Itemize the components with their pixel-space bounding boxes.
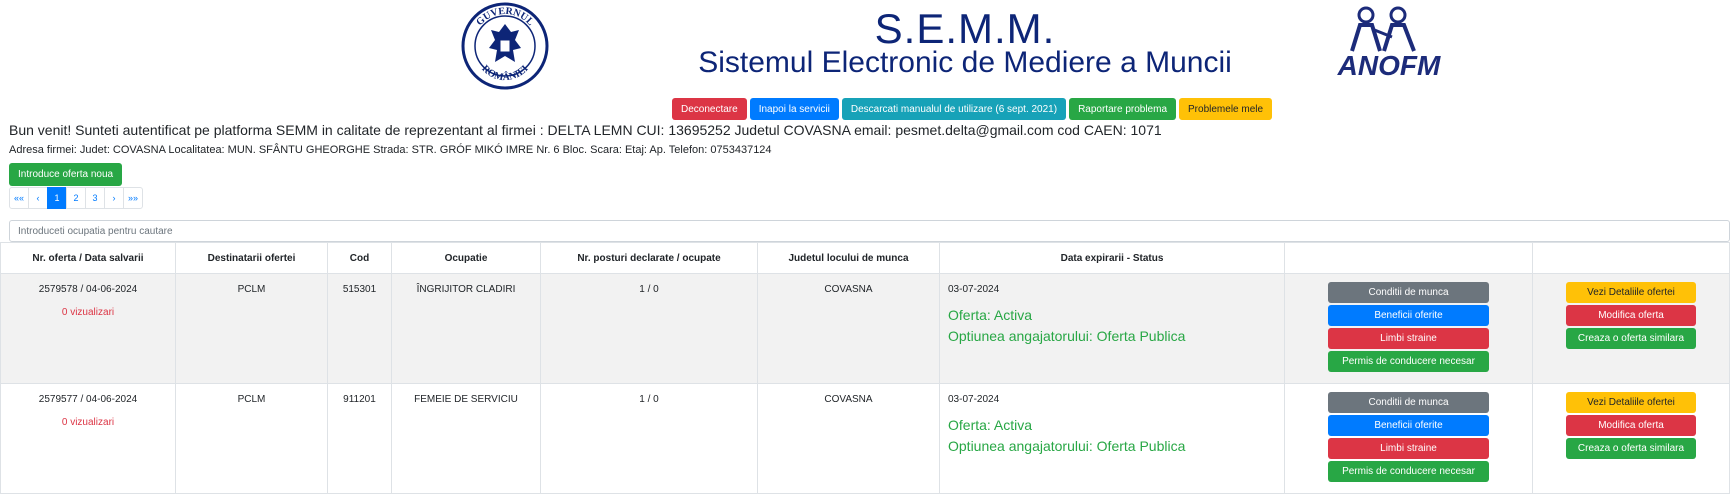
recipients-cell: PCLM — [176, 384, 328, 494]
benefits-button[interactable]: Beneficii oferite — [1328, 305, 1489, 326]
pagination-first[interactable]: «« — [9, 187, 29, 209]
foreign-languages-button[interactable]: Limbi straine — [1328, 438, 1489, 459]
offer-number-date: 2579577 / 04-06-2024 — [38, 394, 138, 405]
actions-cell-b: Vezi Detaliile ofertei Modifica oferta C… — [1533, 274, 1730, 384]
modify-offer-button[interactable]: Modifica oferta — [1566, 305, 1696, 326]
welcome-text: Bun venit! Sunteti autentificat pe platf… — [9, 122, 1162, 138]
views-count: 0 vizualizari — [61, 417, 115, 428]
column-header-offer: Nr. oferta / Data salvarii — [0, 242, 176, 274]
view-offer-details-button[interactable]: Vezi Detaliile ofertei — [1566, 282, 1696, 303]
table-header-row: Nr. oferta / Data salvarii Destinatarii … — [0, 242, 1730, 274]
offer-cell: 2579578 / 04-06-2024 0 vizualizari — [0, 274, 176, 384]
anofm-logo: ANOFM — [1337, 6, 1441, 81]
benefits-button[interactable]: Beneficii oferite — [1328, 415, 1489, 436]
code-cell: 911201 — [328, 384, 392, 494]
top-action-bar: Deconectare Inapoi la servicii Descarcat… — [672, 98, 1273, 120]
column-header-posts: Nr. posturi declarate / ocupate — [541, 242, 758, 274]
table-row: 2579578 / 04-06-2024 0 vizualizari PCLM … — [0, 274, 1730, 384]
status-cell: 03-07-2024 Oferta: Activa Optiunea angaj… — [940, 384, 1285, 494]
employer-option: Optiunea angajatorului: Oferta Publica — [948, 438, 1186, 454]
pagination-prev[interactable]: ‹ — [28, 187, 48, 209]
code-cell: 515301 — [328, 274, 392, 384]
back-to-services-button[interactable]: Inapoi la servicii — [749, 98, 839, 120]
occupation-search-input[interactable] — [9, 220, 1730, 242]
posts-cell: 1 / 0 — [541, 274, 758, 384]
column-header-recipients: Destinatarii ofertei — [176, 242, 328, 274]
pagination-page-3[interactable]: 3 — [85, 187, 105, 209]
anofm-logo-text: ANOFM — [1337, 50, 1441, 81]
column-header-actions-a — [1285, 242, 1533, 274]
column-header-occupation: Ocupatie — [392, 242, 541, 274]
column-header-county: Judetul locului de munca — [758, 242, 940, 274]
county-cell: COVASNA — [758, 274, 940, 384]
expiry-date: 03-07-2024 — [948, 394, 1000, 405]
column-header-code: Cod — [328, 242, 392, 274]
column-header-actions-b — [1533, 242, 1730, 274]
view-offer-details-button[interactable]: Vezi Detaliile ofertei — [1566, 392, 1696, 413]
create-similar-offer-button[interactable]: Creaza o oferta similara — [1566, 328, 1696, 349]
driving-license-button[interactable]: Permis de conducere necesar — [1328, 351, 1489, 372]
work-conditions-button[interactable]: Conditii de munca — [1328, 282, 1489, 303]
actions-cell-b: Vezi Detaliile ofertei Modifica oferta C… — [1533, 384, 1730, 494]
company-address-text: Adresa firmei: Judet: COVASNA Localitate… — [9, 144, 772, 156]
occupation-cell: ÎNGRIJITOR CLADIRI — [392, 274, 541, 384]
work-conditions-button[interactable]: Conditii de munca — [1328, 392, 1489, 413]
report-problem-button[interactable]: Raportare problema — [1069, 98, 1177, 120]
driving-license-button[interactable]: Permis de conducere necesar — [1328, 461, 1489, 482]
offers-table: Nr. oferta / Data salvarii Destinatarii … — [0, 242, 1730, 494]
pagination-page-2[interactable]: 2 — [66, 187, 86, 209]
offer-status: Oferta: Activa — [948, 417, 1033, 433]
pagination-next[interactable]: › — [104, 187, 124, 209]
pagination-last[interactable]: »» — [123, 187, 143, 209]
my-problems-button[interactable]: Problemele mele — [1179, 98, 1273, 120]
page-subtitle: Sistemul Electronic de Mediere a Muncii — [698, 46, 1232, 79]
column-header-expiry-status: Data expirarii - Status — [940, 242, 1285, 274]
expiry-date: 03-07-2024 — [948, 284, 1000, 295]
table-row: 2579577 / 04-06-2024 0 vizualizari PCLM … — [0, 384, 1730, 494]
modify-offer-button[interactable]: Modifica oferta — [1566, 415, 1696, 436]
download-manual-button[interactable]: Descarcati manualul de utilizare (6 sept… — [841, 98, 1067, 120]
logout-button[interactable]: Deconectare — [672, 98, 747, 120]
create-similar-offer-button[interactable]: Creaza o oferta similara — [1566, 438, 1696, 459]
occupation-cell: FEMEIE DE SERVICIU — [392, 384, 541, 494]
actions-cell-a: Conditii de munca Beneficii oferite Limb… — [1285, 384, 1533, 494]
county-cell: COVASNA — [758, 384, 940, 494]
posts-cell: 1 / 0 — [541, 384, 758, 494]
offer-status: Oferta: Activa — [948, 307, 1033, 323]
employer-option: Optiunea angajatorului: Oferta Publica — [948, 328, 1186, 344]
recipients-cell: PCLM — [176, 274, 328, 384]
actions-cell-a: Conditii de munca Beneficii oferite Limb… — [1285, 274, 1533, 384]
new-offer-button[interactable]: Introduce oferta noua — [9, 163, 123, 186]
guvernul-romaniei-seal-logo: GUVERNUL ROMÂNIEI — [461, 2, 549, 90]
status-cell: 03-07-2024 Oferta: Activa Optiunea angaj… — [940, 274, 1285, 384]
views-count: 0 vizualizari — [61, 307, 115, 318]
foreign-languages-button[interactable]: Limbi straine — [1328, 328, 1489, 349]
offer-cell: 2579577 / 04-06-2024 0 vizualizari — [0, 384, 176, 494]
pagination: «« ‹ 1 2 3 › »» — [9, 187, 143, 209]
pagination-page-1[interactable]: 1 — [47, 187, 67, 209]
offer-number-date: 2579578 / 04-06-2024 — [38, 284, 138, 295]
